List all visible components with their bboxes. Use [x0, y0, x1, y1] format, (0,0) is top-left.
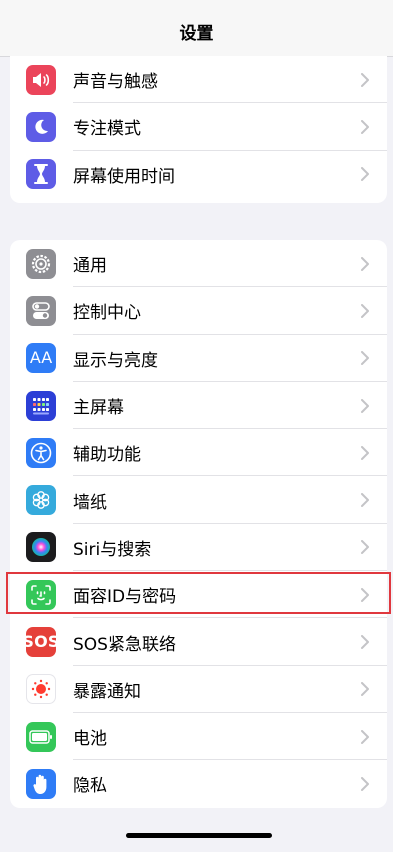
row-label: 墙纸	[73, 492, 107, 513]
settings-row-privacy[interactable]: 隐私	[10, 760, 387, 807]
row-label: 面容ID与密码	[73, 587, 177, 608]
row-label: 通用	[73, 256, 107, 277]
chevron-right-icon	[361, 445, 369, 460]
row-label: 屏幕使用时间	[73, 166, 175, 187]
chevron-right-icon	[361, 493, 369, 508]
chevron-right-icon	[361, 398, 369, 413]
settings-row-emergency-sos[interactable]: SOS SOS紧急联络	[10, 618, 387, 666]
row-label: SOS紧急联络	[73, 634, 176, 655]
chevron-right-icon	[361, 635, 369, 650]
chevron-right-icon	[361, 72, 369, 87]
page-title: 设置	[179, 23, 214, 44]
row-label: Siri与搜索	[73, 539, 152, 560]
accessibility-icon	[26, 437, 56, 468]
row-label: 隐私	[73, 776, 107, 797]
chevron-right-icon	[361, 303, 369, 318]
settings-row-battery[interactable]: 电池	[10, 713, 387, 761]
settings-row-accessibility[interactable]: 辅助功能	[10, 429, 387, 477]
sos-icon: SOS	[22, 627, 59, 658]
settings-row-siri[interactable]: Siri与搜索	[10, 524, 387, 572]
chevron-right-icon	[361, 729, 369, 744]
chevron-right-icon	[361, 167, 369, 182]
moon-icon	[26, 111, 56, 142]
home-grid-icon	[26, 390, 56, 421]
settings-row-face-id[interactable]: 面容ID与密码	[10, 571, 387, 619]
row-label: 声音与触感	[73, 72, 158, 93]
siri-icon	[26, 532, 56, 563]
row-label: 辅助功能	[73, 445, 141, 466]
row-label: 显示与亮度	[73, 350, 158, 371]
settings-row-general[interactable]: 通用	[10, 240, 387, 288]
toggles-icon	[26, 295, 56, 326]
row-label: 电池	[73, 729, 107, 750]
chevron-right-icon	[361, 119, 369, 134]
chevron-right-icon	[361, 776, 369, 791]
row-label: 主屏幕	[73, 398, 124, 419]
flower-icon	[26, 485, 56, 516]
home-indicator[interactable]	[126, 833, 272, 838]
settings-row-display[interactable]: AA 显示与亮度	[10, 335, 387, 382]
settings-group-main: 通用 控制中心 AA 显示与亮度 主屏幕 辅助功能 墙纸 Siri与搜索 面容I…	[10, 240, 387, 808]
settings-row-exposure-notifications[interactable]: 暴露通知	[10, 666, 387, 713]
exposure-icon	[26, 674, 56, 705]
chevron-right-icon	[361, 540, 369, 555]
battery-icon	[26, 721, 56, 752]
settings-group-top: 声音与触感 专注模式 屏幕使用时间	[10, 56, 387, 203]
face-id-icon	[26, 579, 56, 610]
text-size-icon: AA	[26, 343, 56, 374]
row-label: 暴露通知	[73, 681, 141, 702]
settings-row-focus[interactable]: 专注模式	[10, 103, 387, 151]
settings-row-control-center[interactable]: 控制中心	[10, 287, 387, 335]
chevron-right-icon	[361, 351, 369, 366]
row-label: 专注模式	[73, 119, 141, 140]
speaker-icon	[26, 64, 56, 95]
settings-row-sounds[interactable]: 声音与触感	[10, 56, 387, 104]
gear-icon	[26, 248, 56, 279]
settings-row-home-screen[interactable]: 主屏幕	[10, 382, 387, 430]
chevron-right-icon	[361, 256, 369, 271]
hand-icon	[26, 768, 56, 799]
settings-row-screen-time[interactable]: 屏幕使用时间	[10, 151, 387, 198]
chevron-right-icon	[361, 587, 369, 602]
row-label: 控制中心	[73, 303, 141, 324]
settings-row-wallpaper[interactable]: 墙纸	[10, 476, 387, 524]
navigation-bar: 设置	[0, 0, 393, 57]
hourglass-icon	[26, 159, 56, 190]
chevron-right-icon	[361, 682, 369, 697]
